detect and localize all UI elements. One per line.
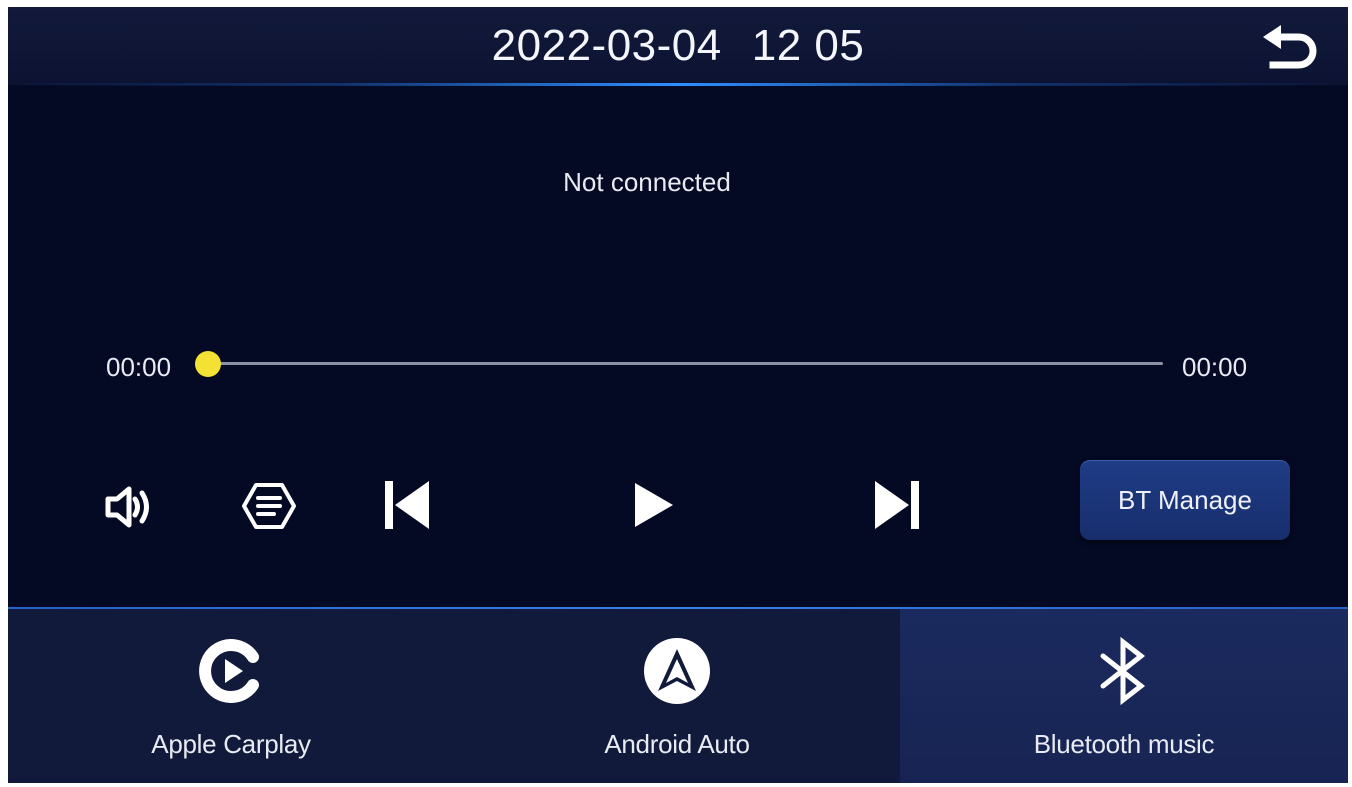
header-divider bbox=[8, 83, 1348, 86]
previous-track-button[interactable] bbox=[374, 473, 438, 537]
source-tab-bar: Apple Carplay Android Auto Bluetooth mus… bbox=[8, 607, 1348, 783]
progress-knob[interactable] bbox=[195, 351, 221, 377]
tab-android-auto[interactable]: Android Auto bbox=[454, 609, 900, 783]
bt-manage-button[interactable]: BT Manage bbox=[1080, 460, 1290, 540]
play-icon bbox=[635, 483, 673, 527]
date-time-display: 2022-03-04 12 05 bbox=[8, 21, 1348, 71]
header-bar: 2022-03-04 12 05 bbox=[8, 7, 1348, 85]
next-track-button[interactable] bbox=[866, 473, 930, 537]
tab-icon-wrap bbox=[199, 635, 263, 707]
tab-icon-wrap bbox=[1097, 635, 1151, 707]
progress-slider[interactable] bbox=[195, 351, 1163, 377]
skip-next-icon bbox=[875, 481, 919, 529]
tab-label: Android Auto bbox=[604, 729, 750, 759]
android-auto-icon bbox=[644, 638, 710, 704]
tab-apple-carplay[interactable]: Apple Carplay bbox=[8, 609, 454, 783]
elapsed-time: 00:00 bbox=[106, 352, 172, 382]
carplay-icon bbox=[199, 639, 259, 703]
time-text: 12 05 bbox=[751, 21, 865, 70]
tab-label: Apple Carplay bbox=[151, 729, 311, 759]
volume-button[interactable] bbox=[98, 477, 164, 537]
tab-label: Bluetooth music bbox=[1033, 729, 1215, 759]
total-duration: 00:00 bbox=[1182, 352, 1248, 382]
list-icon bbox=[242, 483, 296, 529]
playlist-button[interactable] bbox=[236, 475, 302, 537]
volume-icon bbox=[105, 486, 149, 528]
play-button[interactable] bbox=[622, 473, 686, 537]
connection-status: Not connected bbox=[563, 167, 731, 197]
bluetooth-icon bbox=[1100, 636, 1146, 706]
tab-bluetooth-music[interactable]: Bluetooth music bbox=[900, 609, 1348, 783]
bluetooth-music-screen: 2022-03-04 12 05 Not connected 00:00 00:0… bbox=[8, 7, 1348, 783]
back-button[interactable] bbox=[1252, 19, 1328, 75]
skip-previous-icon bbox=[385, 481, 429, 529]
back-arrow-icon bbox=[1263, 25, 1317, 69]
date-text: 2022-03-04 bbox=[491, 21, 722, 70]
tab-icon-wrap bbox=[643, 635, 711, 707]
